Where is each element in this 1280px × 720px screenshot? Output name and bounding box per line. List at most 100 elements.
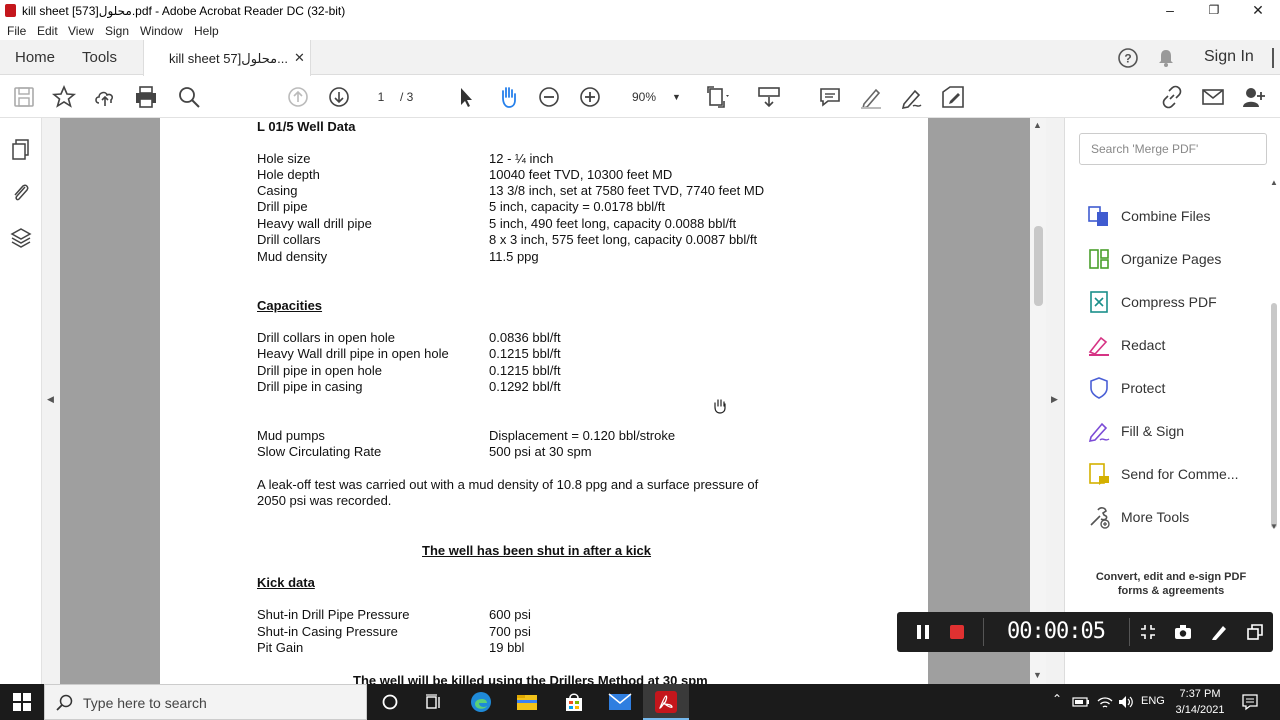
tool-label: Protect	[1121, 380, 1166, 396]
collapse-left-icon[interactable]: ◀	[47, 394, 54, 405]
next-page-icon[interactable]	[326, 84, 352, 110]
tool-organize-pages[interactable]: Organize Pages	[1087, 245, 1272, 273]
tool-more-tools[interactable]: More Tools	[1087, 503, 1272, 531]
select-cursor-icon[interactable]	[453, 84, 479, 110]
windows-start-icon[interactable]	[13, 693, 31, 711]
document-scroll-thumb[interactable]	[1034, 226, 1043, 306]
tab-tools[interactable]: Tools	[82, 49, 117, 66]
highlight-pen-icon[interactable]	[858, 84, 884, 110]
sign-in-button[interactable]: Sign In	[1204, 48, 1254, 66]
well-label: Hole size	[257, 151, 311, 166]
input-language[interactable]: ENG	[1141, 695, 1165, 707]
tools-pane-scrollbar[interactable]: ▲ ▼	[1269, 178, 1279, 538]
tab-document[interactable]: kill sheet 57]محلول... ✕	[143, 40, 311, 76]
tab-home[interactable]: Home	[15, 49, 55, 66]
overflow-icon[interactable]	[1272, 48, 1278, 68]
minimize-recorder-icon[interactable]	[1139, 623, 1157, 641]
tool-label: Organize Pages	[1121, 251, 1222, 267]
mail-app-icon[interactable]	[608, 692, 632, 712]
comment-icon[interactable]	[817, 84, 843, 110]
capacities-heading: Capacities	[257, 298, 323, 313]
capacity-value: 0.0836 bbl/ft	[489, 330, 561, 345]
acrobat-app-icon	[5, 4, 16, 17]
kick-value: 19 bbl	[489, 640, 525, 655]
share-link-icon[interactable]	[1159, 84, 1185, 110]
zoom-level-dropdown[interactable]: 90% ▼	[622, 86, 686, 108]
notification-bell-icon[interactable]	[1157, 48, 1175, 68]
taskbar-acrobat-button[interactable]	[643, 684, 689, 720]
save-icon[interactable]	[11, 84, 37, 110]
well-value: 10040 feet TVD, 10300 feet MD	[489, 167, 673, 182]
email-icon[interactable]	[1200, 84, 1226, 110]
previous-page-icon[interactable]	[285, 84, 311, 110]
scroll-up-icon[interactable]: ▲	[1033, 120, 1042, 130]
menu-file[interactable]: File	[7, 24, 26, 38]
edge-browser-icon[interactable]	[470, 691, 492, 713]
scroll-mode-icon[interactable]	[756, 84, 782, 110]
layers-icon[interactable]	[10, 226, 32, 250]
edit-pdf-icon[interactable]	[940, 84, 966, 110]
battery-icon[interactable]	[1072, 696, 1090, 708]
fit-page-icon[interactable]	[705, 84, 731, 110]
capacity-label: Heavy Wall drill pipe in open hole	[257, 346, 449, 361]
tool-combine-files[interactable]: Combine Files	[1087, 202, 1272, 230]
system-clock[interactable]: 7:37 PM 3/14/2021	[1168, 686, 1232, 718]
page-thumbnails-icon[interactable]	[10, 138, 32, 162]
volume-icon[interactable]	[1118, 694, 1134, 710]
attachments-paperclip-icon[interactable]	[10, 180, 32, 204]
hand-tool-icon[interactable]	[495, 84, 521, 110]
menu-view[interactable]: View	[68, 24, 94, 38]
action-center-icon[interactable]	[1241, 693, 1259, 711]
taskbar-search-box[interactable]: Type here to search	[44, 684, 367, 720]
shut-in-heading: The well has been shut in after a kick	[422, 543, 652, 558]
leakoff-text: A leak-off test was carried out with a m…	[257, 477, 759, 492]
left-collapse-strip[interactable]: ◀	[42, 118, 60, 684]
tools-pane-scroll-thumb[interactable]	[1271, 303, 1277, 528]
task-view-icon[interactable]	[425, 693, 443, 711]
restore-button[interactable]: ❐	[1192, 0, 1236, 22]
window-mode-icon[interactable]	[1246, 623, 1264, 641]
wifi-icon[interactable]	[1097, 694, 1113, 710]
tool-redact[interactable]: Redact	[1087, 331, 1272, 359]
tool-fill-sign[interactable]: Fill & Sign	[1087, 417, 1272, 445]
zoom-out-icon[interactable]	[536, 84, 562, 110]
add-user-icon[interactable]	[1241, 84, 1267, 110]
zoom-in-icon[interactable]	[577, 84, 603, 110]
tray-chevron-up-icon[interactable]: ⌃	[1052, 692, 1062, 706]
close-tab-icon[interactable]: ✕	[294, 50, 305, 66]
tool-send-for-comments[interactable]: Send for Comme...	[1087, 460, 1272, 488]
draw-pen-icon[interactable]	[1210, 623, 1228, 641]
menu-edit[interactable]: Edit	[37, 24, 58, 38]
well-label: Heavy wall drill pipe	[257, 216, 372, 231]
page-number-input[interactable]: 1	[366, 86, 396, 108]
draw-signature-icon[interactable]	[899, 84, 925, 110]
document-scrollbar[interactable]: ▲ ▼	[1030, 118, 1046, 684]
right-collapse-strip[interactable]: ▶	[1046, 118, 1064, 684]
tool-compress-pdf[interactable]: Compress PDF	[1087, 288, 1272, 316]
scroll-down-icon[interactable]: ▼	[1033, 670, 1042, 680]
scroll-down-icon[interactable]: ▼	[1270, 522, 1278, 531]
file-explorer-icon[interactable]	[516, 692, 538, 712]
camera-icon[interactable]	[1174, 623, 1192, 641]
title-bar: kill sheet محلول[573].pdf - Adobe Acroba…	[0, 0, 1280, 22]
close-button[interactable]: ✕	[1236, 0, 1280, 22]
menu-sign[interactable]: Sign	[105, 24, 129, 38]
tools-search-input[interactable]: Search 'Merge PDF'	[1079, 133, 1267, 165]
microsoft-store-icon[interactable]	[563, 691, 585, 713]
pause-icon[interactable]	[915, 624, 931, 640]
scroll-up-icon[interactable]: ▲	[1270, 178, 1278, 187]
kick-value: 700 psi	[489, 624, 531, 639]
cortana-icon[interactable]	[381, 693, 399, 711]
document-viewport[interactable]: L 01/5 Well Data Hole size 12 - ¼ inch H…	[60, 118, 1030, 684]
bookmark-star-icon[interactable]	[51, 84, 77, 110]
upload-cloud-icon[interactable]	[92, 84, 118, 110]
menu-window[interactable]: Window	[140, 24, 183, 38]
minimize-button[interactable]: –	[1148, 0, 1192, 22]
tool-protect[interactable]: Protect	[1087, 374, 1272, 402]
menu-help[interactable]: Help	[194, 24, 219, 38]
stop-record-icon[interactable]	[949, 624, 965, 640]
search-zoom-icon[interactable]	[176, 84, 202, 110]
help-icon[interactable]: ?	[1117, 47, 1139, 69]
print-icon[interactable]	[133, 84, 159, 110]
collapse-right-icon[interactable]: ▶	[1051, 394, 1058, 405]
